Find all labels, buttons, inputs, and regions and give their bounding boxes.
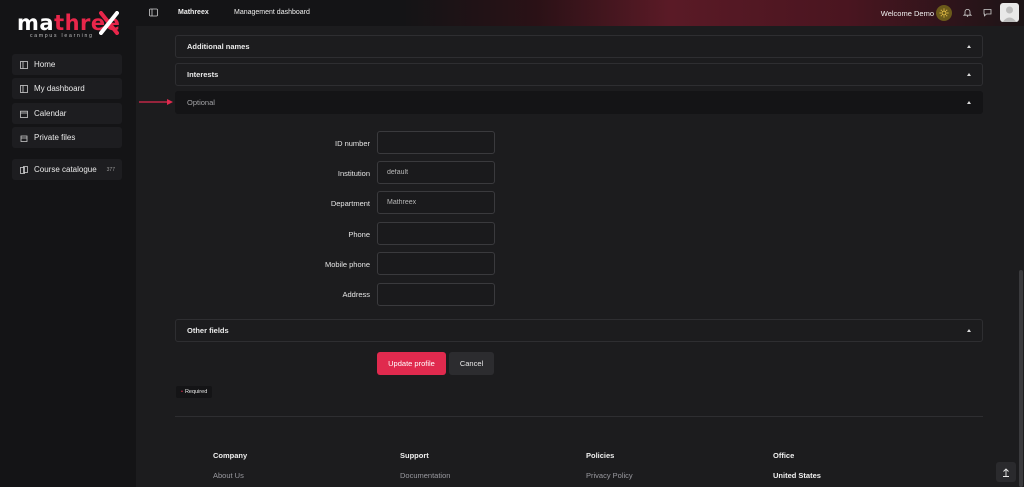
messages-icon[interactable] (983, 8, 992, 17)
catalogue-icon (20, 165, 28, 174)
sidebar-toggle-icon[interactable] (149, 8, 158, 17)
sidebar-item-label: Course catalogue (34, 165, 97, 174)
sidebar-item-course-catalogue[interactable]: Course catalogue 377 (12, 159, 122, 180)
nav-link-mathreex[interactable]: Mathreex (178, 9, 209, 16)
top-bar: Mathreex Management dashboard Welcome De… (136, 0, 1024, 26)
sidebar: mathree campus learning Home My dashboar… (0, 0, 136, 487)
sidebar-item-label: My dashboard (34, 84, 85, 93)
section-interests[interactable]: Interests (175, 63, 983, 86)
sidebar-item-calendar[interactable]: Calendar (12, 103, 122, 124)
page-scrollbar[interactable] (1019, 270, 1023, 487)
logo-text-main: ma (17, 11, 55, 35)
section-title: Optional (187, 98, 215, 107)
logo-subtitle: campus learning (30, 33, 94, 39)
caret-up-icon (967, 329, 971, 332)
address-input[interactable] (377, 283, 495, 306)
footer-heading-office: Office (773, 451, 795, 460)
section-title: Additional names (187, 42, 250, 51)
sidebar-item-label: Home (34, 60, 56, 69)
course-count-badge: 377 (106, 166, 115, 173)
cancel-button[interactable]: Cancel (449, 352, 494, 375)
notifications-bell-icon[interactable] (963, 8, 972, 17)
section-additional-names[interactable]: Additional names (175, 35, 983, 58)
sun-icon (939, 8, 949, 18)
theme-toggle-button[interactable] (936, 5, 952, 21)
files-icon (20, 135, 28, 142)
institution-label: Institution (337, 169, 370, 178)
required-note: • Required (176, 386, 213, 398)
section-optional[interactable]: Optional (175, 91, 983, 114)
arrow-up-icon (1003, 467, 1009, 477)
section-other-fields[interactable]: Other fields (175, 319, 983, 342)
sidebar-item-private-files[interactable]: Private files (12, 127, 122, 148)
mobile-phone-label: Mobile phone (324, 260, 370, 269)
update-profile-button[interactable]: Update profile (377, 352, 446, 375)
department-input[interactable] (377, 191, 495, 214)
mathreex-logo[interactable]: mathree campus learning (17, 11, 127, 40)
phone-input[interactable] (377, 222, 495, 245)
footer-heading-company: Company (213, 451, 248, 460)
user-silhouette-icon (1002, 6, 1017, 22)
welcome-text: Welcome Demo (880, 9, 934, 18)
caret-up-icon (967, 45, 971, 48)
caret-up-icon (967, 73, 971, 76)
phone-label: Phone (348, 230, 370, 239)
footer-heading-support: Support (400, 451, 429, 460)
footer-link-documentation[interactable]: Documentation (400, 471, 450, 480)
sidebar-item-label: Private files (34, 133, 76, 142)
dashboard-icon (20, 84, 28, 93)
mobile-phone-input[interactable] (377, 252, 495, 275)
required-note-text: Required (184, 389, 208, 395)
user-avatar[interactable] (1000, 3, 1019, 22)
section-title: Interests (187, 70, 219, 79)
scroll-to-top-button[interactable] (996, 462, 1016, 482)
section-title: Other fields (187, 326, 229, 335)
department-label: Department (330, 199, 370, 208)
address-label: Address (342, 290, 370, 299)
id-number-input[interactable] (377, 131, 495, 154)
calendar-icon (20, 110, 28, 118)
logo-x-mark-icon (99, 11, 119, 35)
caret-up-icon (967, 101, 971, 104)
sidebar-item-my-dashboard[interactable]: My dashboard (12, 78, 122, 99)
footer-heading-policies: Policies (586, 451, 615, 460)
sidebar-item-label: Calendar (34, 109, 67, 118)
required-dot-icon: • (181, 389, 183, 395)
footer-link-privacy-policy[interactable]: Privacy Policy (586, 471, 633, 480)
divider (175, 416, 983, 417)
id-number-label: ID number (334, 139, 370, 148)
institution-input[interactable] (377, 161, 495, 184)
footer-link-about-us[interactable]: About Us (213, 471, 244, 480)
nav-link-management-dashboard[interactable]: Management dashboard (234, 9, 310, 16)
footer-office-location: United States (773, 471, 821, 480)
sidebar-item-home[interactable]: Home (12, 54, 122, 75)
home-icon (20, 60, 28, 69)
pointer-arrow-icon (139, 99, 173, 105)
